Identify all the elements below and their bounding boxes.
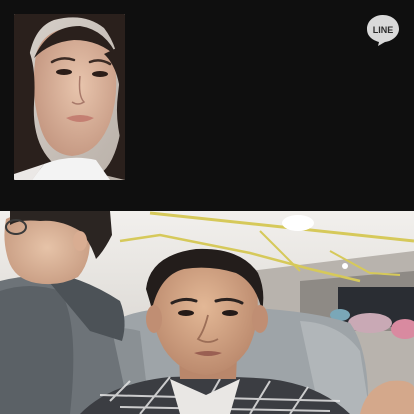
pip-video-frame	[14, 14, 125, 180]
line-chat-bubble-icon: LINE	[367, 15, 399, 46]
main-video-frame	[0, 211, 414, 414]
pip-video-preview[interactable]	[14, 14, 125, 180]
line-logo-text: LINE	[373, 25, 394, 35]
video-call-screen: LINE	[0, 0, 414, 414]
main-video-feed[interactable]	[0, 211, 414, 414]
line-logo: LINE	[366, 13, 400, 47]
